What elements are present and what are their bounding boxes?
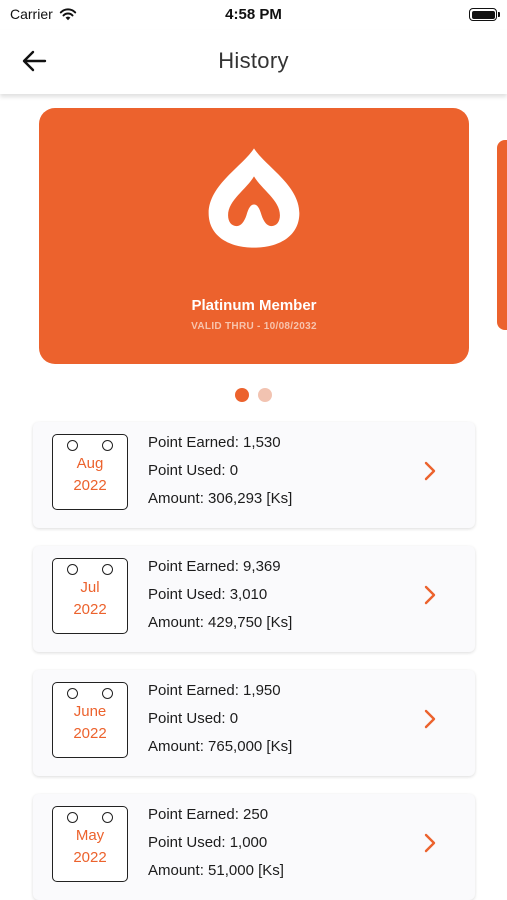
flame-drop-logo (208, 148, 300, 248)
calendar-icon: Jul 2022 (52, 558, 128, 634)
points-used: Point Used: 0 (148, 710, 239, 727)
page-dot-active[interactable] (235, 388, 249, 402)
calendar-year: 2022 (73, 477, 107, 494)
calendar-icon: Aug 2022 (52, 434, 128, 510)
points-earned: Point Earned: 1,530 (148, 434, 281, 451)
status-bar: Carrier 4:58 PM (0, 0, 507, 30)
amount: Amount: 306,293 [Ks] (148, 490, 293, 507)
card-valid-thru: VALID THRU - 10/08/2032 (191, 321, 317, 332)
member-card[interactable]: Platinum Member VALID THRU - 10/08/2032 (39, 108, 469, 364)
calendar-month: Aug (76, 455, 104, 472)
battery-icon (469, 8, 500, 21)
calendar-icon: June 2022 (52, 682, 128, 758)
points-used: Point Used: 3,010 (148, 586, 268, 603)
page-title: History (218, 48, 289, 73)
points-earned: Point Earned: 1,950 (148, 682, 281, 699)
chevron-right-icon[interactable] (422, 708, 438, 730)
calendar-month: Jul (80, 579, 100, 596)
calendar-ring (102, 564, 113, 575)
calendar-month: May (75, 827, 105, 844)
amount: Amount: 51,000 [Ks] (148, 862, 284, 879)
navigation-bar: History (0, 30, 507, 94)
calendar-ring (67, 440, 78, 451)
chevron-right-icon[interactable] (422, 460, 438, 482)
calendar-ring (102, 812, 113, 823)
points-used: Point Used: 1,000 (148, 834, 268, 851)
calendar-ring (102, 440, 113, 451)
next-card-peek[interactable] (497, 140, 507, 330)
calendar-ring (67, 688, 78, 699)
card-tier: Platinum Member (191, 297, 317, 314)
calendar-year: 2022 (73, 849, 107, 866)
calendar-ring (102, 688, 113, 699)
calendar-year: 2022 (73, 601, 107, 618)
chevron-right-icon[interactable] (422, 832, 438, 854)
history-item[interactable]: May 2022 Point Earned: 250 Point Used: 1… (33, 794, 475, 900)
calendar-year: 2022 (73, 725, 107, 742)
points-earned: Point Earned: 250 (148, 806, 269, 823)
history-list[interactable]: Aug 2022 Point Earned: 1,530 Point Used:… (0, 414, 507, 900)
status-time: 4:58 PM (225, 6, 282, 23)
history-item[interactable]: Aug 2022 Point Earned: 1,530 Point Used:… (33, 422, 475, 528)
chevron-right-icon[interactable] (422, 584, 438, 606)
calendar-ring (67, 564, 78, 575)
carousel-page-indicator (0, 388, 507, 402)
amount: Amount: 429,750 [Ks] (148, 614, 293, 631)
points-earned: Point Earned: 9,369 (148, 558, 281, 575)
calendar-icon: May 2022 (52, 806, 128, 882)
page-dot[interactable] (258, 388, 272, 402)
calendar-ring (67, 812, 78, 823)
amount: Amount: 765,000 [Ks] (148, 738, 293, 755)
history-item[interactable]: June 2022 Point Earned: 1,950 Point Used… (33, 670, 475, 776)
calendar-month: June (73, 703, 107, 720)
history-item[interactable]: Jul 2022 Point Earned: 9,369 Point Used:… (33, 546, 475, 652)
member-card-carousel[interactable]: Platinum Member VALID THRU - 10/08/2032 (0, 94, 507, 414)
points-used: Point Used: 0 (148, 462, 239, 479)
